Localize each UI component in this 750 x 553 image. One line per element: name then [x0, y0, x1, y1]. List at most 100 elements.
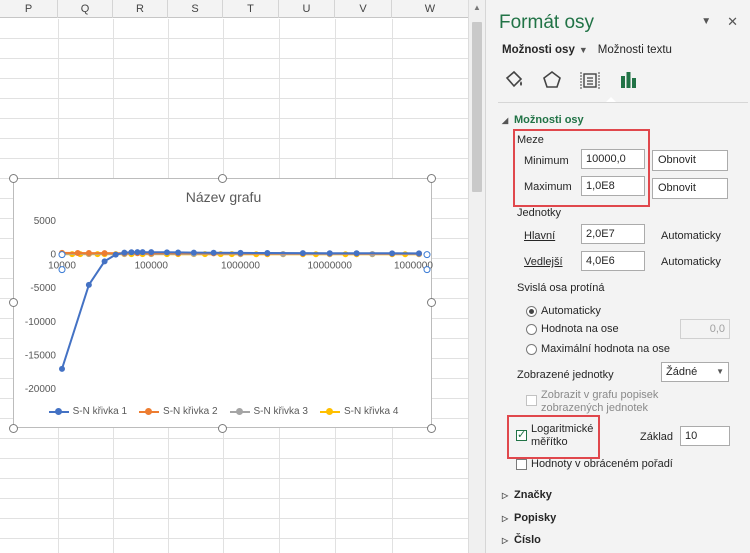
cross-value-radio[interactable]: [526, 324, 537, 335]
cross-heading: Svislá osa protíná: [517, 282, 605, 294]
minor-unit-auto[interactable]: Automaticky: [661, 256, 721, 268]
section-marks[interactable]: ▷ Značky: [502, 489, 552, 501]
chevron-down-icon[interactable]: ▼: [701, 16, 711, 30]
grid-row-line: [0, 538, 468, 539]
data-point: [237, 249, 244, 256]
data-point: [299, 250, 306, 257]
show-display-units-label: Zobrazit v grafu popisek zobrazených jed…: [541, 389, 659, 414]
major-unit-label: Hlavní: [524, 230, 556, 242]
log-base-input[interactable]: 10: [680, 426, 730, 446]
maximum-input[interactable]: 1,0E8: [581, 176, 645, 196]
pane-category-icons: [502, 68, 640, 92]
tab-text-options[interactable]: Možnosti textu: [598, 44, 672, 56]
scroll-up-arrow-icon[interactable]: ▲: [469, 0, 485, 16]
data-point: [121, 249, 128, 256]
chart-resize-handle[interactable]: [218, 174, 227, 183]
data-point: [416, 250, 422, 257]
fill-icon[interactable]: [502, 68, 526, 92]
chart-resize-handle[interactable]: [427, 424, 436, 433]
legend-entry[interactable]: S-N křivka 3: [229, 406, 308, 417]
data-point: [85, 250, 92, 257]
column-header-w[interactable]: W: [392, 0, 468, 18]
legend-marker: [139, 407, 160, 415]
chart-legend[interactable]: S-N křivka 1 S-N křivka 2 S-N křivka 3 S…: [14, 406, 433, 417]
legend-marker: [48, 407, 69, 415]
display-units-label: Zobrazené jednotky: [517, 369, 614, 381]
grid-row-line: [0, 498, 468, 499]
column-header-p[interactable]: P: [0, 0, 58, 18]
legend-entry[interactable]: S-N křivka 1: [48, 406, 127, 417]
minor-unit-input[interactable]: 4,0E6: [581, 251, 645, 271]
column-header-r[interactable]: R: [113, 0, 168, 18]
section-label: Značky: [514, 489, 552, 501]
cross-value-label[interactable]: Hodnota na ose: [541, 323, 619, 335]
cross-max-label[interactable]: Maximální hodnota na ose: [541, 343, 670, 355]
y-tick-label: -20000: [25, 384, 57, 395]
chart[interactable]: Název grafu 5000 0 -5000 -10000 -15000 -20000…: [13, 178, 433, 429]
legend-entry[interactable]: S-N křivka 2: [139, 406, 218, 417]
log-scale-checkbox[interactable]: [516, 428, 527, 441]
log-scale-label[interactable]: Logaritmické měřítko: [531, 423, 599, 449]
bounds-heading: Meze: [517, 134, 544, 146]
legend-entry[interactable]: S-N křivka 4: [319, 406, 398, 417]
pane-tabs: Možnosti osy ▼ Možnosti textu: [502, 44, 672, 56]
grid-row-line: [0, 78, 468, 79]
expand-arrow-icon: ◢: [502, 116, 509, 125]
section-labels[interactable]: ▷ Popisky: [502, 512, 556, 524]
chart-resize-handle[interactable]: [427, 174, 436, 183]
chart-resize-handle[interactable]: [218, 424, 227, 433]
display-units-select[interactable]: Žádné ▼: [661, 362, 729, 382]
cross-value-input[interactable]: 0,0: [680, 319, 730, 339]
grid-row-line: [0, 38, 468, 39]
cross-auto-label[interactable]: Automaticky: [541, 305, 601, 317]
tab-axis-options[interactable]: Možnosti osy ▼: [502, 44, 588, 56]
major-unit-input[interactable]: 2,0E7: [581, 224, 645, 244]
grid-row-line: [0, 98, 468, 99]
pentagon-effects-icon[interactable]: [540, 68, 564, 92]
data-point: [175, 249, 182, 256]
data-point: [264, 249, 271, 256]
grid-row-line: [0, 438, 468, 439]
vertical-scrollbar[interactable]: ▲: [468, 0, 485, 553]
reverse-order-checkbox[interactable]: [516, 459, 527, 470]
show-display-units-checkbox[interactable]: [526, 395, 537, 406]
format-axis-pane: Formát osy ▼ ✕ Možnosti osy ▼ Možnosti te…: [485, 0, 750, 553]
grid-row-line: [0, 518, 468, 519]
cross-auto-radio[interactable]: [526, 306, 537, 317]
chart-resize-handle[interactable]: [9, 424, 18, 433]
close-icon[interactable]: ✕: [727, 14, 738, 30]
cross-max-radio[interactable]: [526, 344, 537, 355]
reverse-order-label[interactable]: Hodnoty v obráceném pořadí: [531, 458, 673, 470]
column-header-u[interactable]: U: [279, 0, 335, 18]
grid-row-line: [0, 478, 468, 479]
plot-area[interactable]: 50000-5000-10000-15000-20000100001000001…: [14, 179, 433, 429]
tab-axis-options-label: Možnosti osy: [502, 44, 575, 56]
reset-maximum-button[interactable]: Obnovit: [652, 178, 728, 199]
minimum-label: Minimum: [524, 155, 569, 167]
section-number[interactable]: ▷ Číslo: [502, 534, 541, 546]
chart-resize-handle[interactable]: [9, 298, 18, 307]
scrollbar-thumb[interactable]: [472, 22, 482, 192]
chevron-down-icon: ▼: [578, 45, 588, 55]
column-header-t[interactable]: T: [223, 0, 279, 18]
size-properties-icon[interactable]: [578, 68, 602, 92]
column-header-v[interactable]: V: [335, 0, 392, 18]
column-header-s[interactable]: S: [168, 0, 223, 18]
bar-chart-icon[interactable]: [616, 68, 640, 92]
minimum-input[interactable]: 10000,0: [581, 149, 645, 169]
divider: [498, 102, 748, 103]
data-point: [74, 249, 81, 256]
grid-row-line: [0, 458, 468, 459]
units-heading: Jednotky: [517, 207, 562, 219]
data-point: [210, 249, 217, 256]
legend-label: S-N křivka 3: [253, 406, 308, 417]
worksheet[interactable]: P Q R S T U V W Název grafu 5000 0 -5000 -1…: [0, 0, 468, 553]
section-axis-options[interactable]: ◢ Možnosti osy: [502, 114, 584, 126]
chart-resize-handle[interactable]: [9, 174, 18, 183]
column-header-q[interactable]: Q: [58, 0, 113, 18]
chart-resize-handle[interactable]: [427, 298, 436, 307]
legend-label: S-N křivka 2: [163, 406, 218, 417]
major-unit-auto[interactable]: Automaticky: [661, 230, 721, 242]
reset-minimum-button[interactable]: Obnovit: [652, 150, 728, 171]
data-point: [85, 281, 92, 288]
